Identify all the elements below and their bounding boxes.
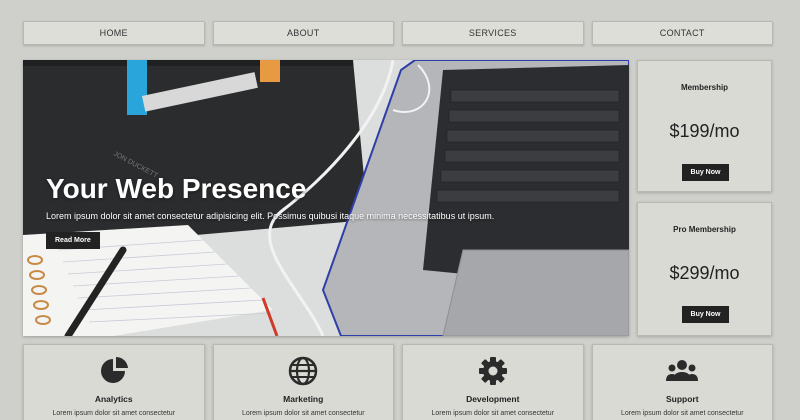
- buy-now-button[interactable]: Buy Now: [682, 306, 729, 323]
- nav-contact[interactable]: CONTACT: [591, 21, 773, 45]
- feature-card-support: Support Lorem ipsum dolor sit amet conse…: [591, 344, 773, 420]
- read-more-button[interactable]: Read More: [46, 232, 100, 249]
- feature-title: Marketing: [283, 394, 324, 404]
- pricing-card-membership: Membership $199/mo Buy Now: [637, 60, 772, 192]
- pie-chart-icon: [100, 356, 128, 383]
- features-row: Analytics Lorem ipsum dolor sit amet con…: [23, 344, 773, 420]
- pricing-plan-price: $199/mo: [669, 121, 740, 141]
- feature-title: Support: [665, 394, 699, 404]
- feature-title: Development: [466, 394, 520, 404]
- feature-text: Lorem ipsum dolor sit amet consectetur: [52, 410, 176, 417]
- hero-title: Your Web Presence: [46, 173, 307, 204]
- top-nav: HOME ABOUT SERVICES CONTACT: [23, 21, 773, 45]
- nav-services[interactable]: SERVICES: [402, 21, 584, 45]
- cog-icon: [478, 357, 507, 385]
- hero-banner: JON DUCKETT Your Web Presence Lorem ipsu…: [23, 60, 629, 336]
- users-icon: [666, 360, 699, 381]
- globe-icon: [289, 356, 318, 386]
- nav-home[interactable]: HOME: [23, 21, 205, 45]
- buy-now-button[interactable]: Buy Now: [682, 164, 729, 181]
- hero-subtitle: Lorem ipsum dolor sit amet consectetur a…: [46, 211, 495, 221]
- feature-card-analytics: Analytics Lorem ipsum dolor sit amet con…: [23, 344, 205, 420]
- pricing-plan-price: $299/mo: [669, 263, 740, 283]
- feature-card-marketing: Marketing Lorem ipsum dolor sit amet con…: [212, 344, 394, 420]
- feature-card-development: Development Lorem ipsum dolor sit amet c…: [402, 344, 584, 420]
- feature-text: Lorem ipsum dolor sit amet consectetur: [241, 410, 365, 417]
- feature-title: Analytics: [94, 394, 133, 404]
- feature-text: Lorem ipsum dolor sit amet consectetur: [620, 410, 744, 417]
- pricing-plan-name: Membership: [680, 83, 729, 92]
- feature-text: Lorem ipsum dolor sit amet consectetur: [431, 410, 555, 417]
- pricing-plan-name: Pro Membership: [673, 225, 736, 234]
- nav-about[interactable]: ABOUT: [212, 21, 394, 45]
- pricing-card-pro-membership: Pro Membership $299/mo Buy Now: [637, 202, 772, 336]
